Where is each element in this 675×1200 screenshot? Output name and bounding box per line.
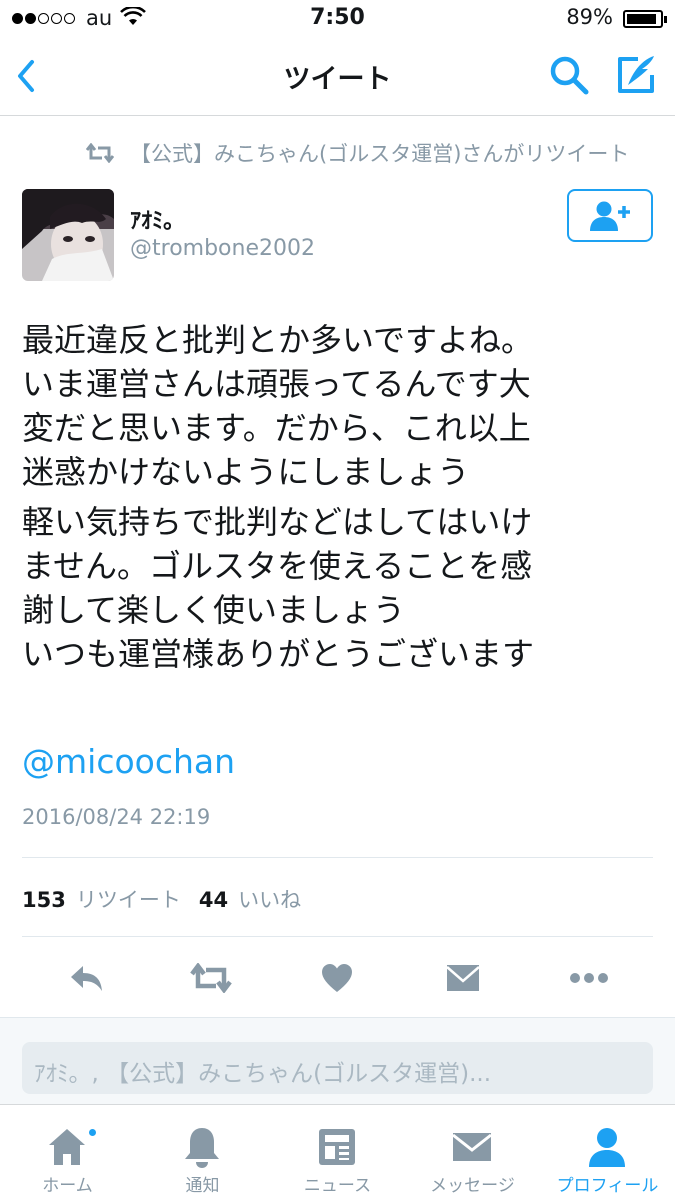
tab-messages[interactable]: メッセージ — [405, 1105, 540, 1200]
profile-icon — [589, 1128, 625, 1167]
tweet-text-line: 変だと思います。だから、これ以上 — [22, 409, 531, 447]
direct-message-button[interactable] — [438, 955, 488, 1001]
divider — [22, 936, 653, 937]
tweet-text-line: いま運営さんは頑張ってるんです大 — [22, 365, 531, 403]
like-button[interactable] — [312, 955, 362, 1001]
more-options-button[interactable] — [564, 955, 614, 1001]
tab-label: メッセージ — [430, 1176, 515, 1196]
tab-notifications[interactable]: 通知 — [135, 1105, 270, 1200]
reply-input[interactable]: ｱｵﾐ。, 【公式】みこちゃん(ゴルスタ運営)... — [22, 1042, 653, 1094]
retweet-button[interactable] — [184, 955, 238, 1001]
search-icon[interactable] — [548, 54, 590, 96]
envelope-icon — [446, 965, 480, 991]
more-icon — [570, 973, 608, 983]
envelope-icon — [452, 1133, 492, 1161]
home-icon — [49, 1129, 85, 1165]
tab-label: プロフィール — [556, 1176, 659, 1196]
tweet-actions — [0, 955, 675, 1001]
reply-icon — [71, 966, 102, 991]
avatar[interactable] — [22, 189, 114, 281]
tweet-text-line: 軽い気持ちで批判などはしてはいけ — [22, 503, 533, 541]
follow-button[interactable] — [567, 189, 653, 242]
tab-bar: ホーム 通知 ニュース メッセージ プロフィール — [0, 1104, 675, 1200]
retweet-count-label: リツイート — [75, 888, 181, 912]
username[interactable]: @trombone2002 — [130, 236, 315, 261]
heart-icon — [322, 964, 352, 992]
tab-home[interactable]: ホーム — [0, 1105, 135, 1200]
tweet-text-line: いつも運営様ありがとうございます — [22, 635, 535, 673]
notification-dot — [87, 1127, 98, 1138]
tweet-text: 最近違反と批判とか多いですよね。 いま運営さんは頑張ってるんです大 変だと思いま… — [22, 318, 662, 676]
add-user-icon — [590, 201, 630, 231]
retweet-context-text: 【公式】みこちゃん(ゴルスタ運営)さんがリツイート — [130, 142, 630, 166]
divider — [22, 857, 653, 858]
tweet-text-line: 最近違反と批判とか多いですよね。 — [22, 321, 534, 359]
tweet-text-line: 謝して楽しく使いましょう — [22, 591, 406, 629]
tab-profile[interactable]: プロフィール — [540, 1105, 675, 1200]
tweet-text-line: 迷惑かけないようにしましょう — [22, 453, 470, 491]
tab-label: ホーム — [42, 1176, 93, 1196]
like-count: 44 — [198, 888, 229, 912]
retweet-icon — [190, 963, 232, 993]
battery-icon — [623, 10, 667, 28]
retweet-count: 153 — [22, 888, 66, 912]
mention-link[interactable]: @micoochan — [22, 742, 235, 781]
display-name[interactable]: ｱｵﾐ。 — [130, 203, 185, 235]
engagement-counts[interactable]: 153 リツイート 44 いいね — [22, 884, 301, 914]
nav-bar: ツイート — [0, 38, 675, 116]
reply-bar: ｱｵﾐ。, 【公式】みこちゃん(ゴルスタ運営)... — [0, 1017, 675, 1104]
bell-icon — [185, 1128, 219, 1168]
tab-label: 通知 — [185, 1176, 220, 1196]
retweet-context[interactable]: 【公式】みこちゃん(ゴルスタ運営)さんがリツイート — [86, 138, 629, 168]
tab-label: ニュース — [303, 1176, 372, 1196]
tab-news[interactable]: ニュース — [270, 1105, 405, 1200]
news-icon — [319, 1129, 355, 1165]
battery-percent: 89% — [566, 5, 613, 29]
timestamp: 2016/08/24 22:19 — [22, 805, 211, 829]
reply-button[interactable] — [62, 955, 112, 1001]
tweet-text-line: ません。ゴルスタを使えることを感 — [22, 547, 533, 585]
like-count-label: いいね — [238, 888, 302, 912]
status-bar: au 7:50 89% — [0, 0, 675, 38]
retweet-icon — [86, 143, 114, 163]
compose-tweet-icon[interactable] — [614, 53, 658, 97]
